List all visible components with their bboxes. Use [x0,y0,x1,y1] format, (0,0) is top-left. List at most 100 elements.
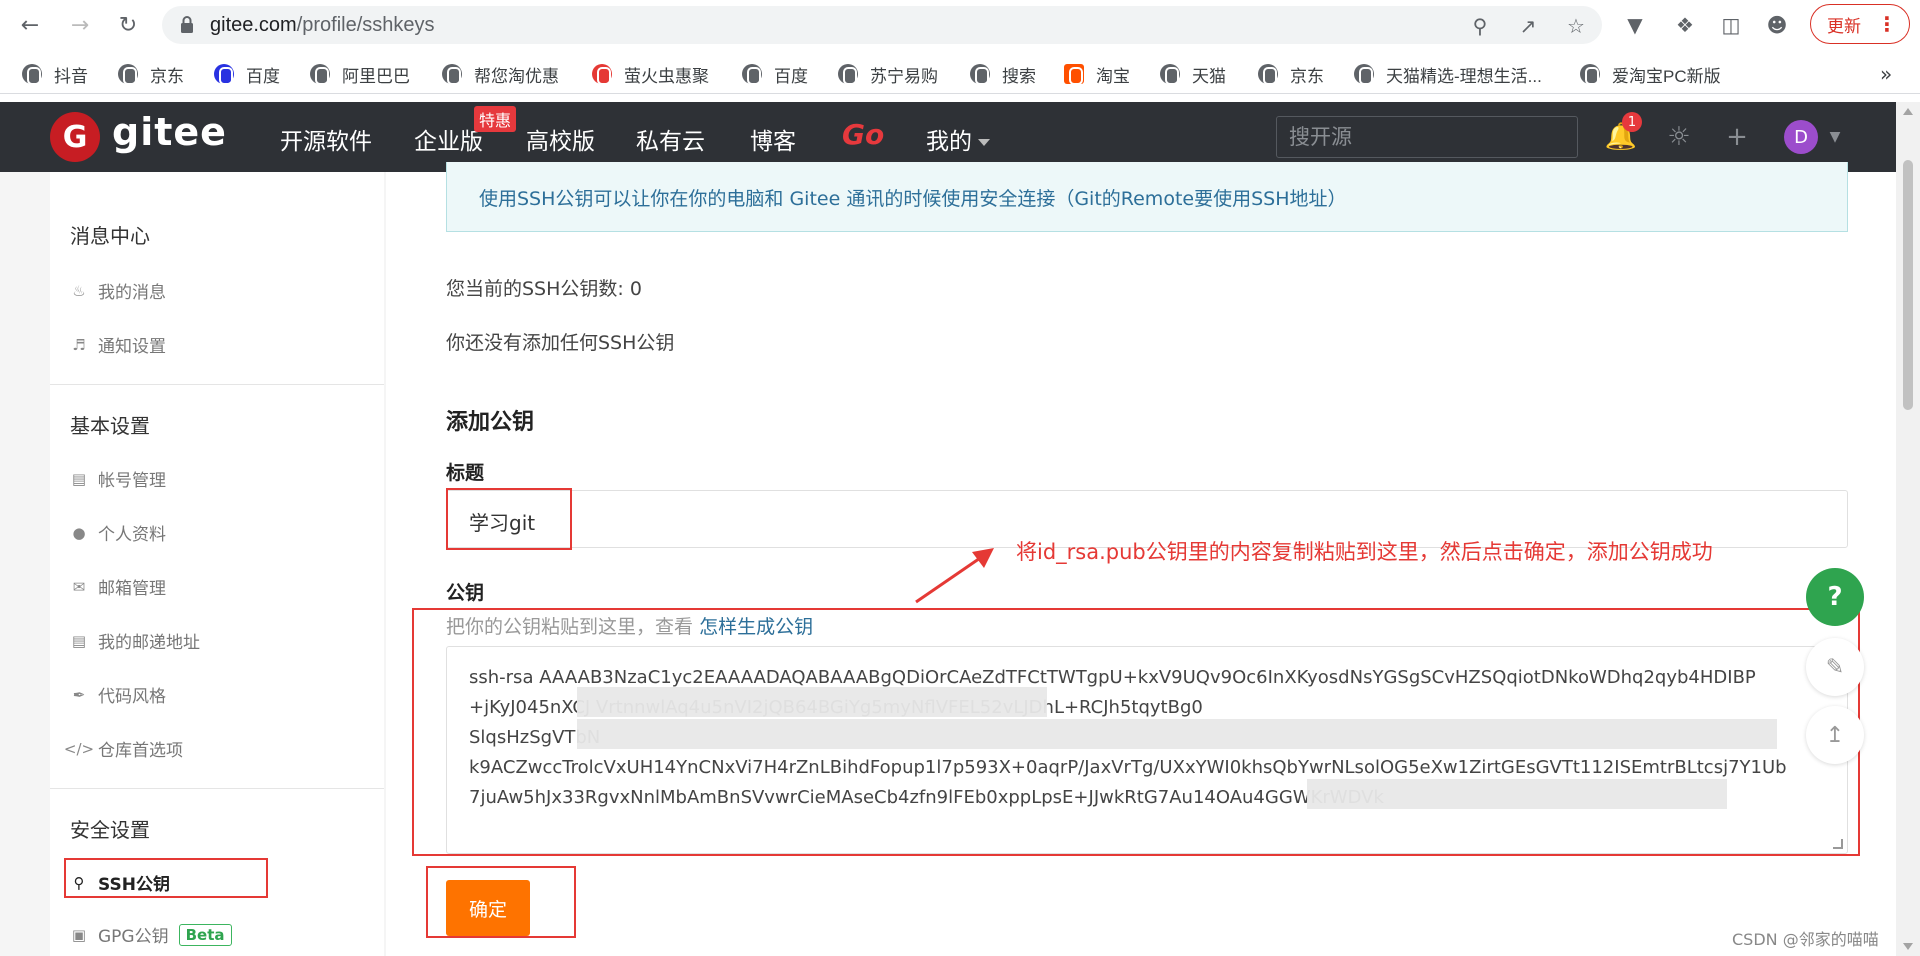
watermark: CSDN @邻家的喵喵 [1732,930,1879,949]
chevron-down-icon[interactable]: ▼ [1820,122,1850,152]
special-offer-badge: 特惠 [474,106,517,132]
scroll-up-icon[interactable] [1903,108,1913,115]
mail-icon: ✉ [72,577,86,596]
globe-icon [310,64,330,85]
annotation-text: 将id_rsa.pub公钥里的内容复制粘贴到这里，然后点击确定，添加公钥成功 [1016,540,1713,564]
sidebar-item-address[interactable]: ▤ 我的邮递地址 [70,628,200,654]
nav-private-cloud[interactable]: 私有云 [636,122,705,156]
sidebar-section-title: 基本设置 [70,414,150,438]
sidebar-item-email[interactable]: ✉ 邮箱管理 [70,574,166,600]
sidebar-item-code-style[interactable]: ✒ 代码风格 [70,682,166,708]
nav-blog[interactable]: 博客 [750,122,796,156]
bookmark-item[interactable]: 京东 [1258,62,1324,86]
firefly-icon [592,64,612,85]
key-label: 公钥 [446,582,485,604]
sidebar-item-profile[interactable]: ● 个人资料 [70,520,166,546]
lock-icon [181,16,193,33]
search-input[interactable] [1277,117,1577,157]
sidebar-item-repo-prefs[interactable]: </> 仓库首选项 [63,736,183,762]
gitee-logo-icon[interactable]: G [50,112,100,162]
url-text: gitee.com/profile/sshkeys [210,14,435,36]
key-count-text: 您当前的SSH公钥数: 0 [446,278,642,300]
chevron-down-icon [978,139,990,146]
sidebar-section-title: 消息中心 [70,224,150,248]
bookmark-item[interactable]: 百度 [742,62,808,86]
sidebar-item-gpg-keys[interactable]: ▣ GPG公钥 Beta [70,922,232,947]
scroll-down-icon[interactable] [1903,943,1913,950]
browser-toolbar: ← → ↻ gitee.com/profile/sshkeys ⚲ ↗ ☆ ▼ … [0,0,1920,50]
bell-icon: ♨ [72,281,86,300]
bookmark-item[interactable]: 天猫精选-理想生活... [1354,62,1542,86]
sidebar-item-notify-settings[interactable]: ♬ 通知设置 [70,332,166,358]
globe-icon [1354,64,1374,85]
scrollbar-thumb[interactable] [1903,160,1913,410]
forward-icon[interactable]: → [64,9,96,41]
beta-badge: Beta [178,923,232,946]
nav-education[interactable]: 高校版 [526,122,595,156]
bookmarks-overflow-icon[interactable]: » [1880,62,1892,86]
plus-icon[interactable]: + [1722,122,1752,152]
nav-mine[interactable]: 我的 [926,122,990,156]
reload-icon[interactable]: ↻ [112,9,144,41]
title-label: 标题 [446,462,485,484]
bookmark-item[interactable]: 搜索 [970,62,1036,86]
help-button[interactable]: ? [1806,568,1864,626]
speaker-icon: ♬ [72,335,86,354]
bookmark-item[interactable]: 爱淘宝PC新版 [1580,62,1721,86]
bookmark-item[interactable]: 帮您淘优惠 [442,62,559,86]
nav-open-source[interactable]: 开源软件 [280,122,372,156]
globe-icon [970,64,990,85]
bookmark-item[interactable]: 淘宝 [1064,62,1130,86]
bookmark-item[interactable]: 苏宁易购 [838,62,938,86]
globe-icon [838,64,858,85]
profile-icon[interactable]: ☻ [1764,12,1790,38]
globe-icon [22,64,42,85]
settings-sidebar: 消息中心 ♨ 我的消息 ♬ 通知设置 基本设置 ▤ 帐号管理 ● 个人资料 ✉ 邮箱管理 … [50,172,384,956]
back-icon[interactable]: ← [14,9,46,41]
address-card-icon: ▤ [71,631,87,650]
taobao-icon [1064,64,1084,85]
info-banner: 使用SSH公钥可以让你在你的电脑和 Gitee 通讯的时候使用安全连接（Git的… [446,162,1848,232]
sidebar-section-title: 安全设置 [70,818,150,842]
globe-icon [742,64,762,85]
gitee-logo-text[interactable]: gitee [112,110,227,154]
globe-icon [442,64,462,85]
bookmark-item[interactable]: 京东 [118,62,184,86]
code-icon: </> [63,739,95,758]
lightbulb-icon[interactable]: ☼ [1664,122,1694,152]
bookmarks-bar: 抖音 京东 百度 阿里巴巴 帮您淘优惠 萤火虫惠聚 百度 苏宁易购 搜索 淘宝 … [0,52,1920,94]
brush-icon: ✒ [72,685,86,704]
share-icon[interactable]: ↗ [1516,14,1540,38]
no-keys-text: 你还没有添加任何SSH公钥 [446,332,675,354]
annotation-box-key [412,608,1860,856]
annotation-box-confirm [426,866,576,938]
bookmark-item[interactable]: 天猫 [1160,62,1226,86]
update-button[interactable]: 更新 ⋮ [1810,4,1910,44]
address-bar[interactable]: gitee.com/profile/sshkeys ⚲ ↗ ☆ [162,6,1602,44]
lock-icon: ▣ [71,925,87,944]
site-search[interactable] [1276,116,1578,158]
bookmark-item[interactable]: 阿里巴巴 [310,62,410,86]
page-scrollbar[interactable] [1896,102,1920,956]
bookmark-item[interactable]: 抖音 [22,62,88,86]
nav-enterprise[interactable]: 企业版 [414,122,483,156]
bookmark-item[interactable]: 萤火虫惠聚 [592,62,709,86]
puzzle-icon[interactable]: ❖ [1672,12,1698,38]
sidebar-item-account[interactable]: ▤ 帐号管理 [70,466,166,492]
avatar[interactable]: D [1784,120,1818,154]
annotation-arrow-icon [915,548,994,604]
feedback-icon[interactable]: ✎ [1806,638,1864,696]
notification-badge: 1 [1622,112,1642,132]
bookmark-item[interactable]: 百度 [214,62,280,86]
nav-go[interactable]: Go [842,118,884,151]
side-panel-icon[interactable]: ◫ [1718,12,1744,38]
key-icon[interactable]: ⚲ [1468,14,1492,38]
sidebar-item-messages[interactable]: ♨ 我的消息 [70,278,166,304]
more-icon[interactable]: ⋮ [1877,11,1897,37]
baidu-icon [214,64,234,85]
globe-icon [1258,64,1278,85]
add-key-heading: 添加公钥 [446,410,535,435]
star-icon[interactable]: ☆ [1564,14,1588,38]
back-to-top-icon[interactable]: ↥ [1806,706,1864,764]
extension-v-icon[interactable]: ▼ [1622,12,1648,38]
